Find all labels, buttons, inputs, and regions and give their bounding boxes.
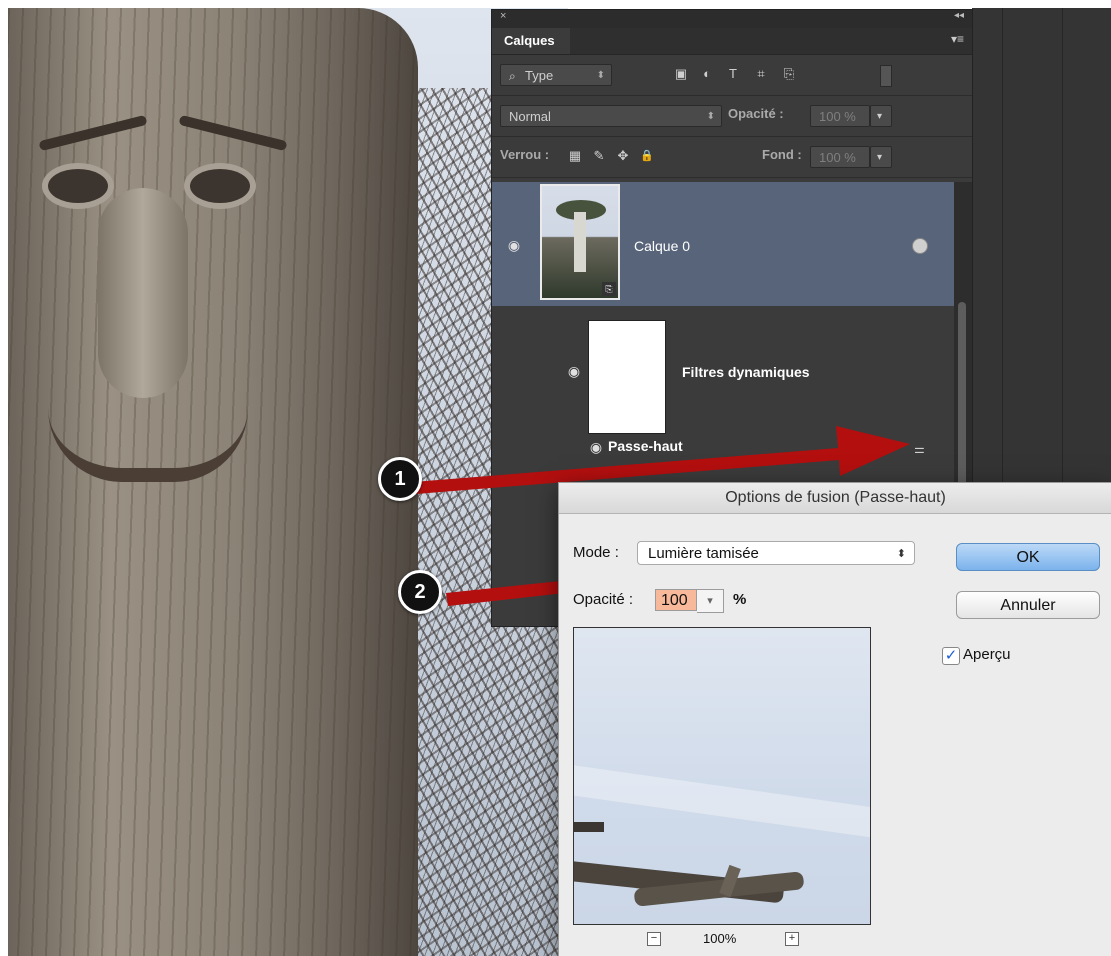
opacity-dropdown-icon[interactable]: ▾ bbox=[697, 589, 724, 613]
blending-options-dialog: Options de fusion (Passe-haut) Mode : Lu… bbox=[558, 482, 1111, 956]
mode-value: Lumière tamisée bbox=[648, 545, 759, 562]
preview-label[interactable]: Aperçu bbox=[963, 646, 1011, 663]
mode-label: Mode : bbox=[573, 544, 619, 561]
ok-button[interactable]: OK bbox=[956, 543, 1100, 571]
callout-1-badge: 1 bbox=[378, 457, 422, 501]
blend-mode-select[interactable]: Lumière tamisée ⬍ bbox=[637, 541, 915, 565]
callout-2-badge: 2 bbox=[398, 570, 442, 614]
cancel-button[interactable]: Annuler bbox=[956, 591, 1100, 619]
dialog-title: Options de fusion (Passe-haut) bbox=[559, 483, 1111, 514]
opacity-label: Opacité : bbox=[573, 591, 634, 608]
zoom-level: 100% bbox=[703, 931, 737, 946]
opacity-unit: % bbox=[733, 591, 747, 608]
opacity-input[interactable]: 100 bbox=[655, 589, 697, 611]
chevron-updown-icon: ⬍ bbox=[896, 548, 906, 560]
filter-preview[interactable] bbox=[573, 627, 871, 925]
zoom-in-button[interactable]: + bbox=[785, 932, 799, 946]
zoom-out-button[interactable]: − bbox=[647, 932, 661, 946]
preview-sky-streak bbox=[574, 763, 870, 843]
preview-branch bbox=[574, 822, 604, 832]
screenshot-canvas: × ◂◂ Calques ▾≡ ⌕ Type ⬍ ▣ ◐ T ⌗ ⎘ Norma… bbox=[8, 8, 1111, 956]
preview-checkbox[interactable]: ✓ bbox=[942, 647, 960, 665]
